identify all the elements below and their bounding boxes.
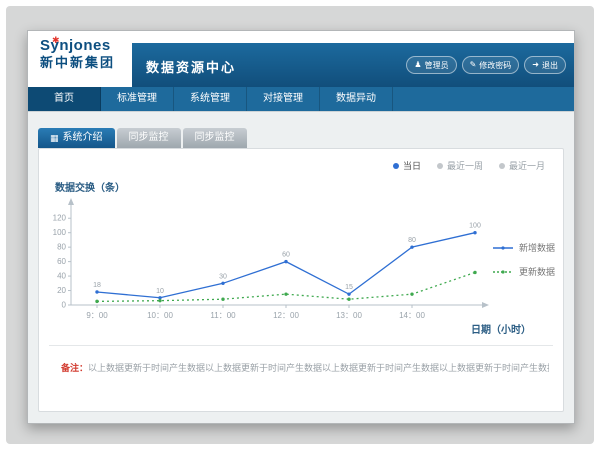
svg-text:14：00: 14：00 [399,311,425,320]
svg-text:0: 0 [62,301,67,310]
svg-text:30: 30 [219,273,227,280]
time-range-filters: 当日 最近一周 最近一月 [393,159,545,172]
svg-text:10: 10 [156,288,164,295]
logout-icon: ➜ [532,61,539,69]
footnote-label: 备注： [61,363,88,373]
legend-update-data[interactable]: 更新数据 [492,265,555,278]
tab-sync-monitor-1[interactable]: 同步监控 [117,128,181,148]
svg-text:120: 120 [53,214,67,223]
svg-text:9：00: 9：00 [86,311,108,320]
change-password-label: 修改密码 [479,60,511,71]
y-axis-title: 数据交换（条） [55,179,125,194]
change-password-button[interactable]: ✎ 修改密码 [462,56,520,74]
panel-divider [49,345,553,346]
content-area: ▦ 系统介绍 同步监控 同步监控 当日 [28,111,574,423]
filter-dot-icon [393,163,399,169]
nav-item-data-change[interactable]: 数据异动 [320,87,393,111]
footnote-text: 以上数据更新于时间产生数据以上数据更新于时间产生数据以上数据更新于时间产生数据以… [88,363,549,373]
logo-text-cn: 新中新集团 [40,54,132,72]
svg-text:100: 100 [469,223,481,230]
nav-item-system-mgmt[interactable]: 系统管理 [174,87,247,111]
header-bar: ✱ Synjones 新中新集团 数据资源中心 ♟ 管理员 ✎ 修改密码 ➜ 退… [28,43,574,87]
admin-button-label: 管理员 [425,60,449,71]
line-chart: 0 20 40 60 80 100 120 9：00 10：00 11：00 12：00 13：00 1… [51,197,491,327]
filter-last-month[interactable]: 最近一月 [499,159,545,172]
legend-new-data[interactable]: 新增数据 [492,241,555,254]
tab-label: 同步监控 [195,128,235,148]
admin-button[interactable]: ♟ 管理员 [406,56,456,74]
svg-text:18: 18 [93,282,101,289]
filter-label: 当日 [403,159,421,172]
logo-flower-icon: ✱ [52,32,60,48]
svg-text:40: 40 [57,272,66,281]
legend-line-sample-icon [492,268,514,276]
nav-item-interface-mgmt[interactable]: 对接管理 [247,87,320,111]
tab-system-intro[interactable]: ▦ 系统介绍 [38,128,115,148]
svg-text:11：00: 11：00 [210,311,236,320]
svg-text:80: 80 [57,243,66,252]
filter-dot-icon [437,163,443,169]
svg-text:20: 20 [57,286,66,295]
nav-item-standard-mgmt[interactable]: 标准管理 [101,87,174,111]
svg-text:10：00: 10：00 [147,311,173,320]
footnote: 备注：以上数据更新于时间产生数据以上数据更新于时间产生数据以上数据更新于时间产生… [61,361,549,374]
svg-text:60: 60 [57,257,66,266]
grid-icon: ▦ [50,134,59,143]
app-title: 数据资源中心 [146,57,236,76]
desktop-background: ✱ Synjones 新中新集团 数据资源中心 ♟ 管理员 ✎ 修改密码 ➜ 退… [6,6,594,444]
series-legend: 新增数据 更新数据 [492,241,555,289]
legend-label: 新增数据 [519,241,555,254]
x-axis-title: 日期（小时） [471,321,531,336]
filter-dot-icon [499,163,505,169]
app-window: ✱ Synjones 新中新集团 数据资源中心 ♟ 管理员 ✎ 修改密码 ➜ 退… [27,30,575,424]
header-actions: ♟ 管理员 ✎ 修改密码 ➜ 退出 [406,56,566,74]
tab-label: 系统介绍 [63,128,103,148]
chart-panel: 当日 最近一周 最近一月 数据交换（条） 0 20 40 60 80 100 120 9：00… [38,148,564,412]
nav-item-home[interactable]: 首页 [28,87,101,111]
logo: ✱ Synjones 新中新集团 [28,31,132,87]
tab-label: 同步监控 [129,128,169,148]
main-nav: 首页 标准管理 系统管理 对接管理 数据异动 [28,87,574,111]
svg-text:12：00: 12：00 [273,311,299,320]
legend-label: 更新数据 [519,265,555,278]
svg-text:15: 15 [345,284,353,291]
tab-sync-monitor-2[interactable]: 同步监控 [183,128,247,148]
svg-text:60: 60 [282,252,290,259]
logout-button-label: 退出 [542,60,558,71]
logout-button[interactable]: ➜ 退出 [524,56,566,74]
svg-text:80: 80 [408,237,416,244]
user-icon: ♟ [414,61,421,69]
legend-line-sample-icon [492,244,514,252]
svg-text:13：00: 13：00 [336,311,362,320]
tab-bar: ▦ 系统介绍 同步监控 同步监控 [38,128,247,148]
filter-last-week[interactable]: 最近一周 [437,159,483,172]
logo-text-en: ✱ Synjones [40,38,132,54]
filter-label: 最近一周 [447,159,483,172]
svg-text:100: 100 [53,228,67,237]
edit-password-icon: ✎ [470,61,477,69]
filter-label: 最近一月 [509,159,545,172]
filter-today[interactable]: 当日 [393,159,421,172]
